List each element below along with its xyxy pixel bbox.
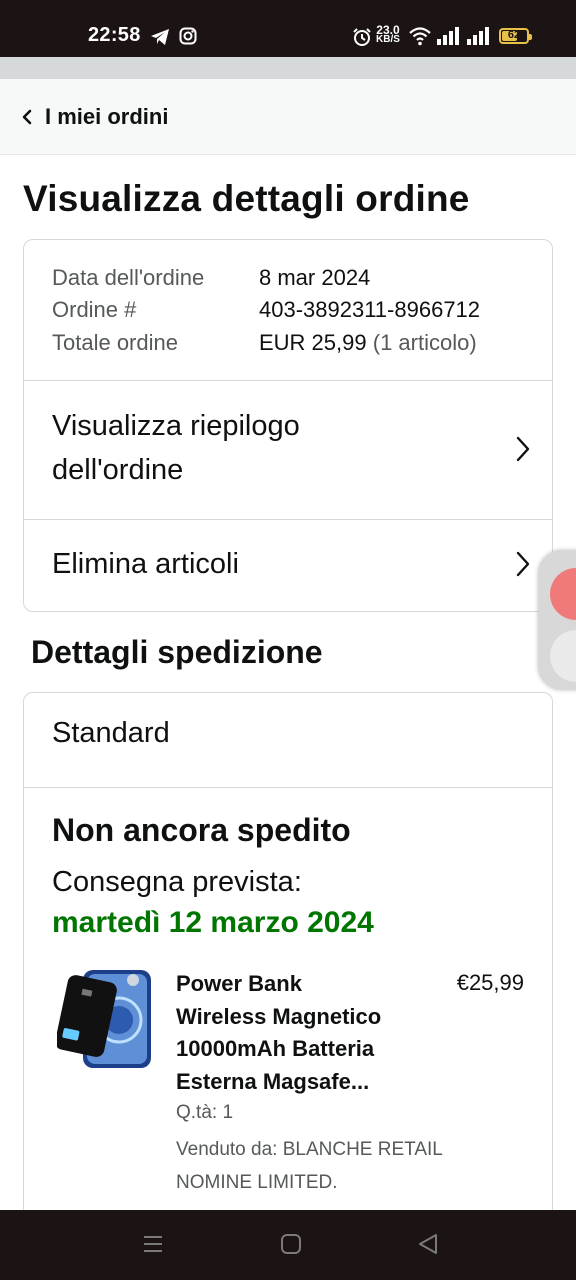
- instagram-icon: [179, 27, 197, 50]
- alarm-icon: [352, 27, 372, 52]
- shipping-section-title: Dettagli spedizione: [31, 634, 323, 670]
- back-label: I miei ordini: [45, 104, 169, 129]
- order-summary-card: Data dell'ordine 8 mar 2024 Ordine # 403…: [23, 239, 553, 612]
- delivery-date: martedì 12 marzo 2024: [52, 906, 374, 939]
- back-to-orders-link[interactable]: I miei ordini: [0, 79, 576, 155]
- delete-items-link[interactable]: Elimina articoli: [24, 519, 552, 611]
- order-number-value: 403-3892311-8966712: [259, 297, 481, 322]
- signal-icon: [437, 27, 461, 50]
- system-navigation-bar: [0, 1210, 576, 1280]
- product-title-link[interactable]: Power Bank Wireless Magnetico 10000mAh B…: [176, 968, 411, 1098]
- status-time: 22:58: [88, 24, 141, 46]
- order-date-label: Data dell'ordine: [52, 265, 205, 290]
- product-image[interactable]: [55, 968, 153, 1070]
- chevron-right-icon: [516, 551, 530, 582]
- back-icon[interactable]: [417, 1232, 439, 1261]
- wifi-icon: [408, 26, 432, 51]
- shipping-method-label: Standard: [52, 717, 170, 749]
- menu-icon[interactable]: [142, 1232, 164, 1261]
- shipping-method: Standard: [24, 693, 552, 787]
- page-title: Visualizza dettagli ordine: [23, 178, 470, 219]
- chevron-left-icon: [20, 109, 34, 130]
- signal-icon: [467, 27, 491, 50]
- order-date-value: 8 mar 2024: [259, 265, 371, 290]
- order-total-label: Totale ordine: [52, 330, 178, 355]
- view-order-summary-link[interactable]: Visualizza riepilogo dell'ordine: [24, 380, 552, 519]
- home-icon[interactable]: [280, 1232, 302, 1261]
- status-bar: 22:58 23.0 KB/S 62: [0, 0, 576, 57]
- shipment-details: Non ancora spedito Consegna prevista: ma…: [24, 787, 552, 1231]
- order-number-label: Ordine #: [52, 297, 137, 322]
- shipment-status: Non ancora spedito: [52, 812, 351, 848]
- product-seller: Venduto da: BLANCHE RETAIL NOMINE LIMITE…: [176, 1139, 443, 1193]
- floating-app-icon[interactable]: [550, 630, 576, 682]
- order-info: Data dell'ordine 8 mar 2024 Ordine # 403…: [24, 240, 552, 380]
- header-strip: [0, 57, 576, 79]
- order-total-value: EUR 25,99 (1 articolo): [259, 330, 477, 355]
- battery-icon: 62: [499, 28, 532, 44]
- network-speed: 23.0 KB/S: [376, 23, 400, 45]
- shipping-card: Standard Non ancora spedito Consegna pre…: [23, 692, 553, 1232]
- order-item-count: (1 articolo): [372, 330, 477, 355]
- floating-side-widget[interactable]: [538, 550, 576, 690]
- chevron-right-icon: [516, 436, 530, 467]
- telegram-icon: [150, 28, 170, 51]
- delivery-estimate-label: Consegna prevista:: [52, 866, 302, 898]
- product-quantity: Q.tà: 1: [176, 1102, 234, 1123]
- floating-app-icon[interactable]: [550, 568, 576, 620]
- product-price: €25,99: [456, 970, 524, 995]
